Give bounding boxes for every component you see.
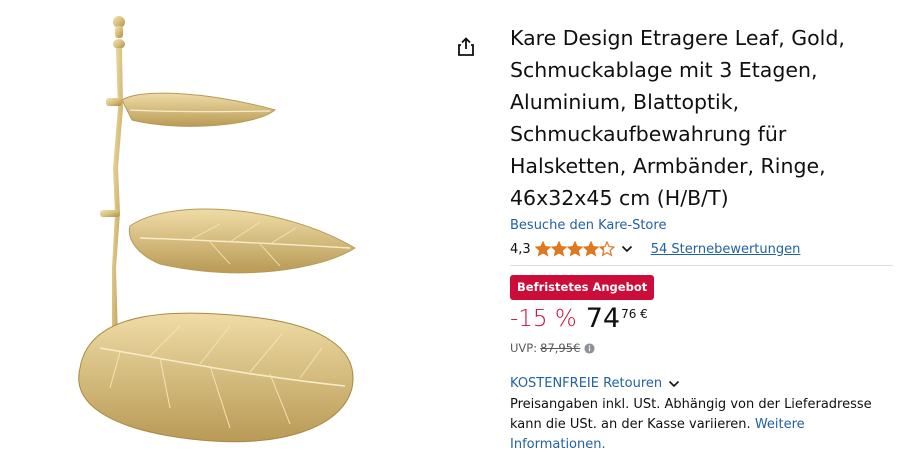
star-rating[interactable]	[534, 241, 615, 257]
share-button[interactable]	[455, 36, 477, 58]
price-fraction: 76 €	[621, 307, 648, 321]
discount-percent: -15 %	[510, 306, 577, 332]
star-icon	[582, 241, 599, 257]
rating-count-link[interactable]: 54 Sternebewertungen	[651, 242, 801, 257]
rating-value: 4,3	[510, 241, 531, 257]
product-info: Kare Design Etragere Leaf, Gold, Schmuck…	[510, 0, 900, 455]
star-icon	[534, 241, 551, 257]
list-price: UVP: 87,95€	[510, 341, 900, 355]
deal-badge: Befristetes Angebot	[510, 275, 655, 300]
star-icon	[566, 241, 583, 257]
tax-note: Preisangaben inkl. USt. Abhängig von der…	[510, 395, 900, 455]
store-link[interactable]: Besuche den Kare-Store	[510, 217, 900, 235]
product-image[interactable]	[60, 8, 380, 453]
free-returns[interactable]: KOSTENFREIE Retouren	[510, 376, 900, 391]
info-icon[interactable]	[584, 342, 595, 354]
uvp-label: UVP:	[510, 341, 538, 355]
price-whole: 74	[585, 303, 621, 334]
chevron-down-icon[interactable]	[621, 244, 633, 254]
chevron-down-icon	[669, 380, 680, 387]
returns-label: KOSTENFREIE Retouren	[510, 376, 663, 391]
star-icon	[598, 241, 615, 257]
uvp-value: 87,95€	[540, 341, 581, 355]
star-icon	[550, 241, 567, 257]
tax-text: Preisangaben inkl. USt. Abhängig von der…	[510, 397, 872, 432]
divider	[510, 265, 893, 266]
share-icon	[458, 37, 474, 56]
rating-row: 4,3 54 Sternebewertungen	[510, 239, 900, 259]
price-row: -15 % 74 76 €	[510, 303, 900, 337]
product-title: Kare Design Etragere Leaf, Gold, Schmuck…	[510, 26, 845, 210]
